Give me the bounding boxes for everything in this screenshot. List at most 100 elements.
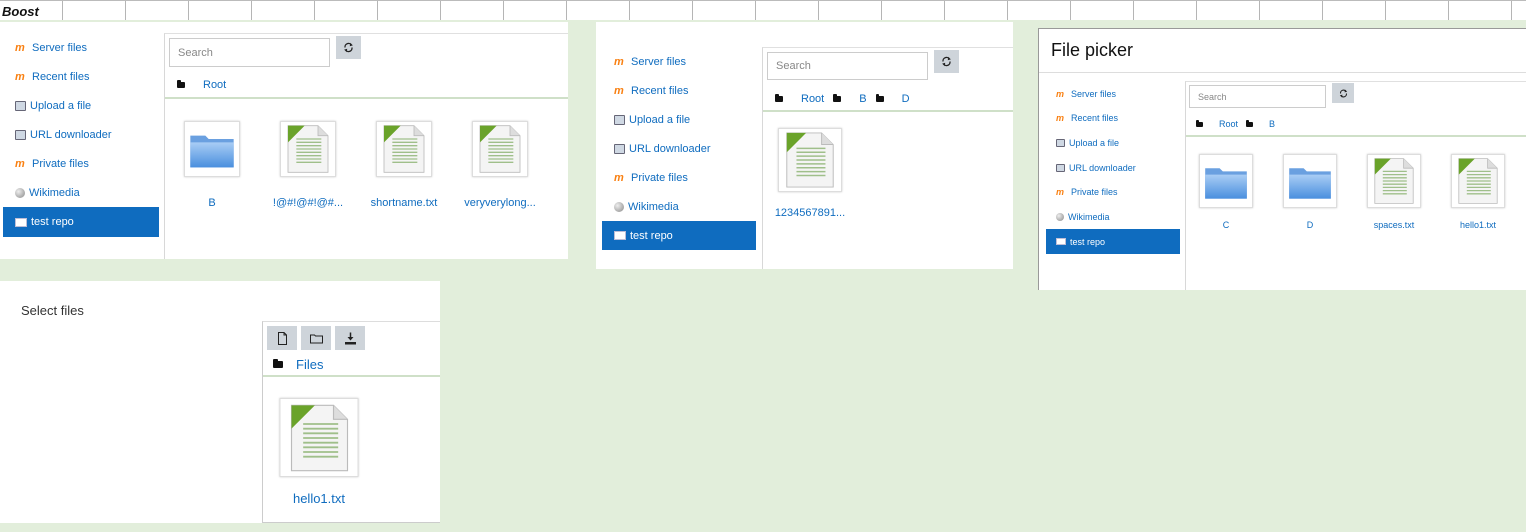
create-folder-button[interactable] [301,326,331,350]
moodle-icon: m [614,84,624,97]
breadcrumb-item[interactable]: Root [801,93,824,105]
breadcrumb: Root B [1196,119,1275,129]
repository-label: Server files [1071,88,1117,99]
repository-label: Recent files [1071,113,1119,124]
file-tile[interactable]: C [1186,154,1266,236]
file-thumbnail [184,121,240,177]
refresh-icon [1339,88,1347,98]
refresh-icon [344,42,353,53]
refresh-button[interactable] [934,50,959,73]
folder-icon [190,135,234,168]
file-grid: C Dspaces.txt hello1.txt [1186,135,1526,290]
repository-item-upload-a-file[interactable]: Upload a file [3,91,159,121]
text-file-icon [287,125,329,173]
dialog-header-divider [1039,72,1526,73]
repository-label: test repo [31,216,74,228]
repository-label: Private files [631,171,688,184]
file-tile[interactable]: veryverylong... [453,121,547,213]
search-input[interactable] [169,38,330,67]
upload-icon [614,143,625,154]
folder-icon [1196,119,1203,127]
file-tile[interactable]: hello1.txt [1438,154,1518,236]
file-tile[interactable]: 1234567891... [767,128,853,223]
folder-icon [273,359,283,368]
file-tile[interactable]: shortname.txt [357,121,451,213]
upload-icon [15,101,26,111]
repository-label: Upload a file [629,113,691,126]
repository-item-upload-a-file[interactable]: Upload a file [1046,130,1180,155]
file-grid: B !@#!@#!@#... shortname.txt veryverylong..… [165,97,568,259]
repository-item-url-downloader[interactable]: URL downloader [1046,155,1180,180]
breadcrumb-item[interactable]: Files [296,357,323,372]
file-thumbnail [1451,154,1505,208]
repository-item-private-files[interactable]: m Private files [602,163,756,192]
folder-icon [1289,168,1331,199]
file-thumbnail [376,121,432,177]
add-file-button[interactable] [267,326,297,350]
repository-item-private-files[interactable]: m Private files [1046,180,1180,205]
moodle-icon: m [15,158,25,170]
repository-item-upload-a-file[interactable]: Upload a file [602,105,756,134]
text-file-icon [1374,158,1414,204]
file-browser-pane: Root B !@#!@#!@#... shortname.txt veryverylo… [164,33,568,259]
file-name: C [1222,220,1230,230]
file-tile[interactable]: hello1.txt [279,398,359,508]
file-name: hello1.txt [1459,220,1497,230]
folder-icon [177,80,185,88]
moodle-icon: m [15,71,25,83]
repository-item-test-repo[interactable]: test repo [3,207,159,237]
repository-item-private-files[interactable]: m Private files [3,149,159,179]
repository-item-recent-files[interactable]: m Recent files [3,62,159,92]
folder-icon [1246,119,1254,127]
folder-icon [309,334,323,343]
repository-label: Server files [32,42,88,54]
repository-label: Wikimedia [29,187,80,199]
file-tile[interactable]: !@#!@#!@#... [261,121,355,213]
repository-item-wikimedia[interactable]: Wikimedia [1046,205,1180,230]
repository-item-recent-files[interactable]: m Recent files [1046,106,1180,131]
breadcrumb: Files [273,357,323,372]
file-tile[interactable]: spaces.txt [1354,154,1434,236]
repository-item-test-repo[interactable]: test repo [1046,229,1180,255]
repository-label: test repo [1070,236,1106,247]
repo-icon [15,217,27,227]
folder-icon [775,94,783,102]
moodle-icon: m [614,55,624,68]
search-input[interactable] [1189,85,1326,108]
repository-item-test-repo[interactable]: test repo [602,221,756,250]
search-input[interactable] [767,52,928,80]
repository-item-url-downloader[interactable]: URL downloader [3,120,159,150]
download-button[interactable] [335,326,365,350]
file-name: D [1306,220,1314,230]
file-thumbnail [1199,154,1253,208]
breadcrumb: Root [177,79,226,91]
breadcrumb-item[interactable]: D [902,93,910,105]
breadcrumb-item[interactable]: B [859,93,866,105]
repository-item-wikimedia[interactable]: Wikimedia [3,178,159,208]
folder-icon [875,94,884,102]
breadcrumb-item[interactable]: Root [203,79,226,91]
file-picker-2: m Server files m Recent files Upload a file U… [596,22,1013,269]
globe-icon [1056,213,1064,221]
repository-item-url-downloader[interactable]: URL downloader [602,134,756,163]
upload-icon [614,114,625,125]
globe-icon [614,201,624,212]
file-tile[interactable]: B [165,121,259,213]
refresh-button[interactable] [1332,83,1354,103]
file-picker-1: m Server files m Recent files Upload a file U… [0,22,568,259]
file-name: B [208,197,216,209]
breadcrumb-item[interactable]: B [1269,119,1275,129]
breadcrumb: Root B D [775,93,910,105]
repository-item-recent-files[interactable]: m Recent files [602,76,756,105]
upload-icon [1056,138,1065,147]
repository-item-server-files[interactable]: m Server files [1046,81,1180,106]
repository-item-server-files[interactable]: m Server files [3,33,159,63]
refresh-button[interactable] [336,36,361,59]
file-thumbnail [1367,154,1421,208]
breadcrumb-item[interactable]: Root [1219,119,1238,129]
repository-item-wikimedia[interactable]: Wikimedia [602,192,756,221]
file-tile[interactable]: D [1270,154,1350,236]
repository-label: Private files [32,158,89,170]
theme-strip: Boost [0,0,1526,20]
repository-item-server-files[interactable]: m Server files [602,47,756,76]
